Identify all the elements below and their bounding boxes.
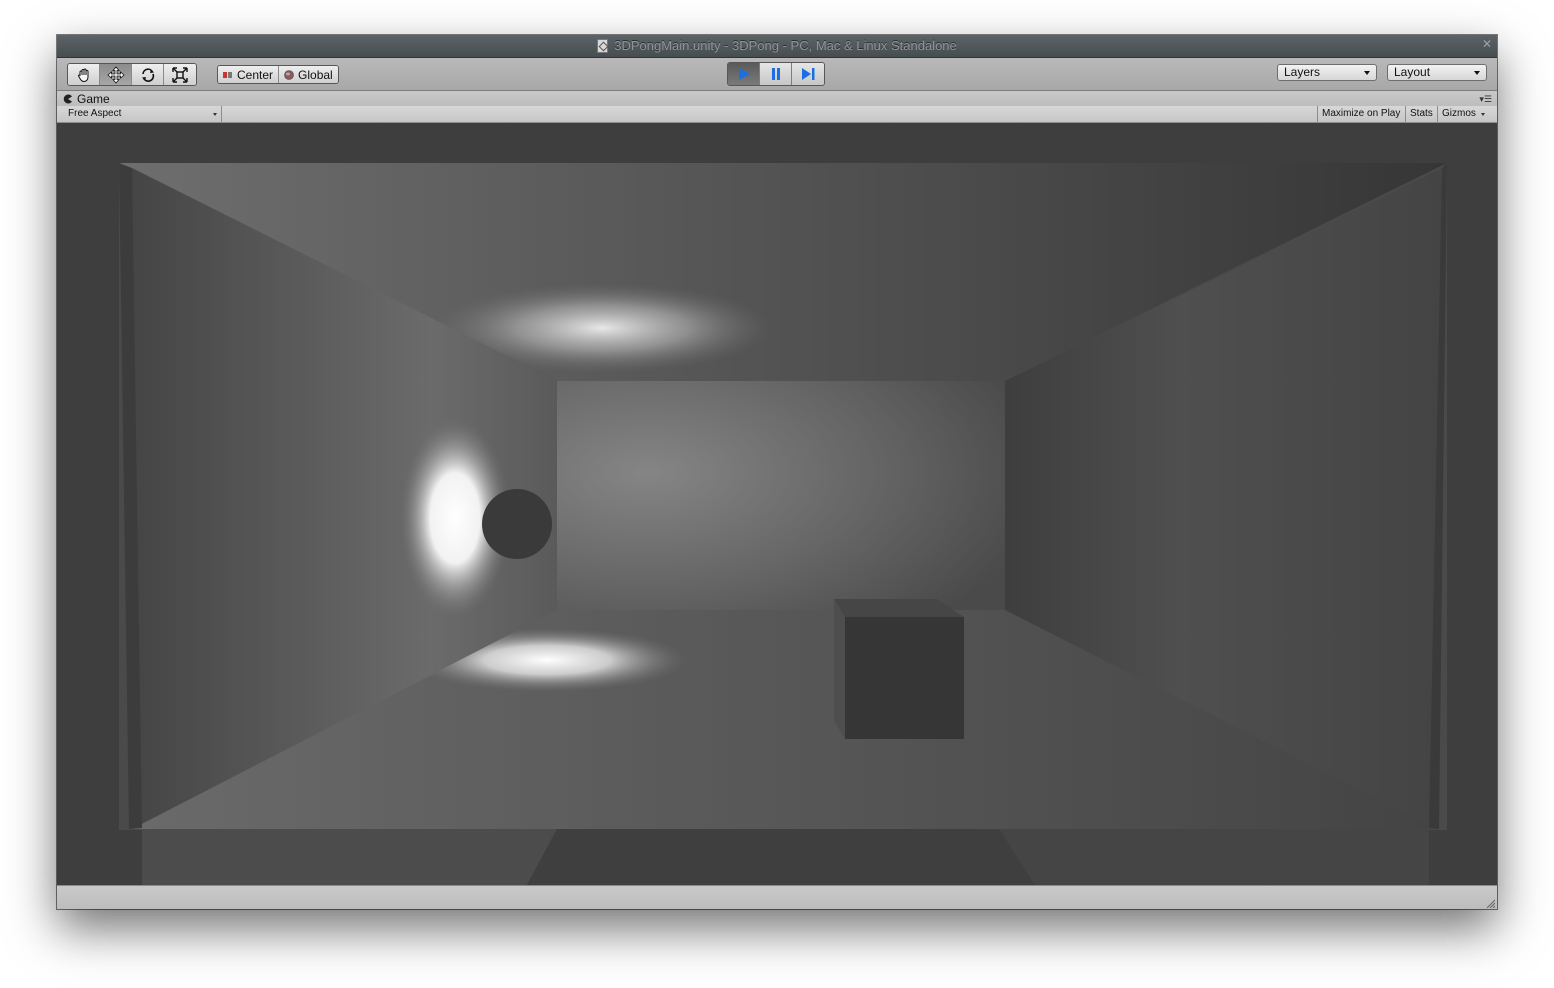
bottom-wall-right <box>999 829 1429 885</box>
pong-ball <box>482 489 552 559</box>
globe-icon <box>284 69 294 80</box>
title-bar: 3DPongMain.unity - 3DPong - PC, Mac & Li… <box>57 35 1497 58</box>
scale-icon <box>172 66 188 83</box>
pivot-center-icon <box>223 71 232 78</box>
main-toolbar: Center Global Layers Layout <box>57 58 1497 91</box>
chevron-down-icon <box>1480 113 1485 116</box>
game-viewport[interactable] <box>57 123 1497 885</box>
maximize-on-play-label: Maximize on Play <box>1322 108 1401 119</box>
bottom-wall-center <box>527 829 1035 885</box>
stats-button[interactable]: Stats <box>1405 106 1437 122</box>
layers-dropdown[interactable]: Layers <box>1277 64 1377 81</box>
move-arrows-icon <box>106 65 125 84</box>
gizmos-label: Gizmos <box>1442 108 1476 119</box>
paddle-cube <box>845 617 964 739</box>
pacman-icon <box>63 94 72 103</box>
aspect-label: Free Aspect <box>68 108 122 119</box>
move-tool-button[interactable] <box>100 64 132 85</box>
play-button[interactable] <box>728 63 760 85</box>
play-controls <box>727 62 825 86</box>
pivot-mode-label: Center <box>237 67 274 82</box>
bottom-wall-left <box>142 829 557 885</box>
scale-tool-button[interactable] <box>164 64 196 85</box>
rotate-icon <box>141 67 154 82</box>
maximize-on-play-button[interactable]: Maximize on Play <box>1317 106 1404 122</box>
close-icon[interactable]: ✕ <box>1482 37 1492 51</box>
hand-tool-button[interactable] <box>68 64 100 85</box>
unity-document-icon <box>597 39 609 53</box>
game-panel-header: Game ▾☰ <box>57 91 1497 106</box>
panel-menu-icon[interactable]: ▾☰ <box>1479 95 1492 104</box>
window-title-text: 3DPongMain.unity - 3DPong - PC, Mac & Li… <box>614 38 957 53</box>
status-bar <box>57 885 1497 909</box>
chevron-down-icon <box>1364 71 1370 75</box>
paddle-cube-side <box>834 599 845 739</box>
window-title: 3DPongMain.unity - 3DPong - PC, Mac & Li… <box>597 35 957 57</box>
pivot-rotation-button[interactable]: Global <box>279 66 338 83</box>
pause-icon <box>771 68 780 80</box>
pivot-rotation-label: Global <box>298 67 333 82</box>
hand-icon <box>77 68 88 82</box>
layout-label: Layout <box>1394 65 1431 79</box>
gizmos-dropdown[interactable]: Gizmos <box>1437 106 1488 122</box>
chevron-down-icon <box>213 113 217 116</box>
transform-tools <box>67 63 197 86</box>
game-toolbar: Free Aspect Maximize on Play Stats Gizmo… <box>57 106 1497 123</box>
step-button[interactable] <box>792 63 824 85</box>
play-icon <box>738 68 750 80</box>
step-icon <box>802 68 815 80</box>
tab-game[interactable]: Game <box>63 91 110 106</box>
pivot-mode-button[interactable]: Center <box>218 66 280 83</box>
resize-grip-icon[interactable] <box>1485 898 1495 908</box>
back-wall <box>557 381 1005 610</box>
layers-label: Layers <box>1284 65 1321 79</box>
pause-button[interactable] <box>760 63 792 85</box>
unity-window: 3DPongMain.unity - 3DPong - PC, Mac & Li… <box>57 35 1497 909</box>
rotate-tool-button[interactable] <box>132 64 164 85</box>
aspect-dropdown[interactable]: Free Aspect <box>62 106 222 122</box>
chevron-down-icon <box>1474 71 1480 75</box>
stats-label: Stats <box>1410 108 1433 119</box>
pivot-controls: Center Global <box>217 65 339 84</box>
layout-dropdown[interactable]: Layout <box>1387 64 1487 81</box>
tab-game-label: Game <box>77 91 110 106</box>
game-scene <box>57 123 1497 885</box>
